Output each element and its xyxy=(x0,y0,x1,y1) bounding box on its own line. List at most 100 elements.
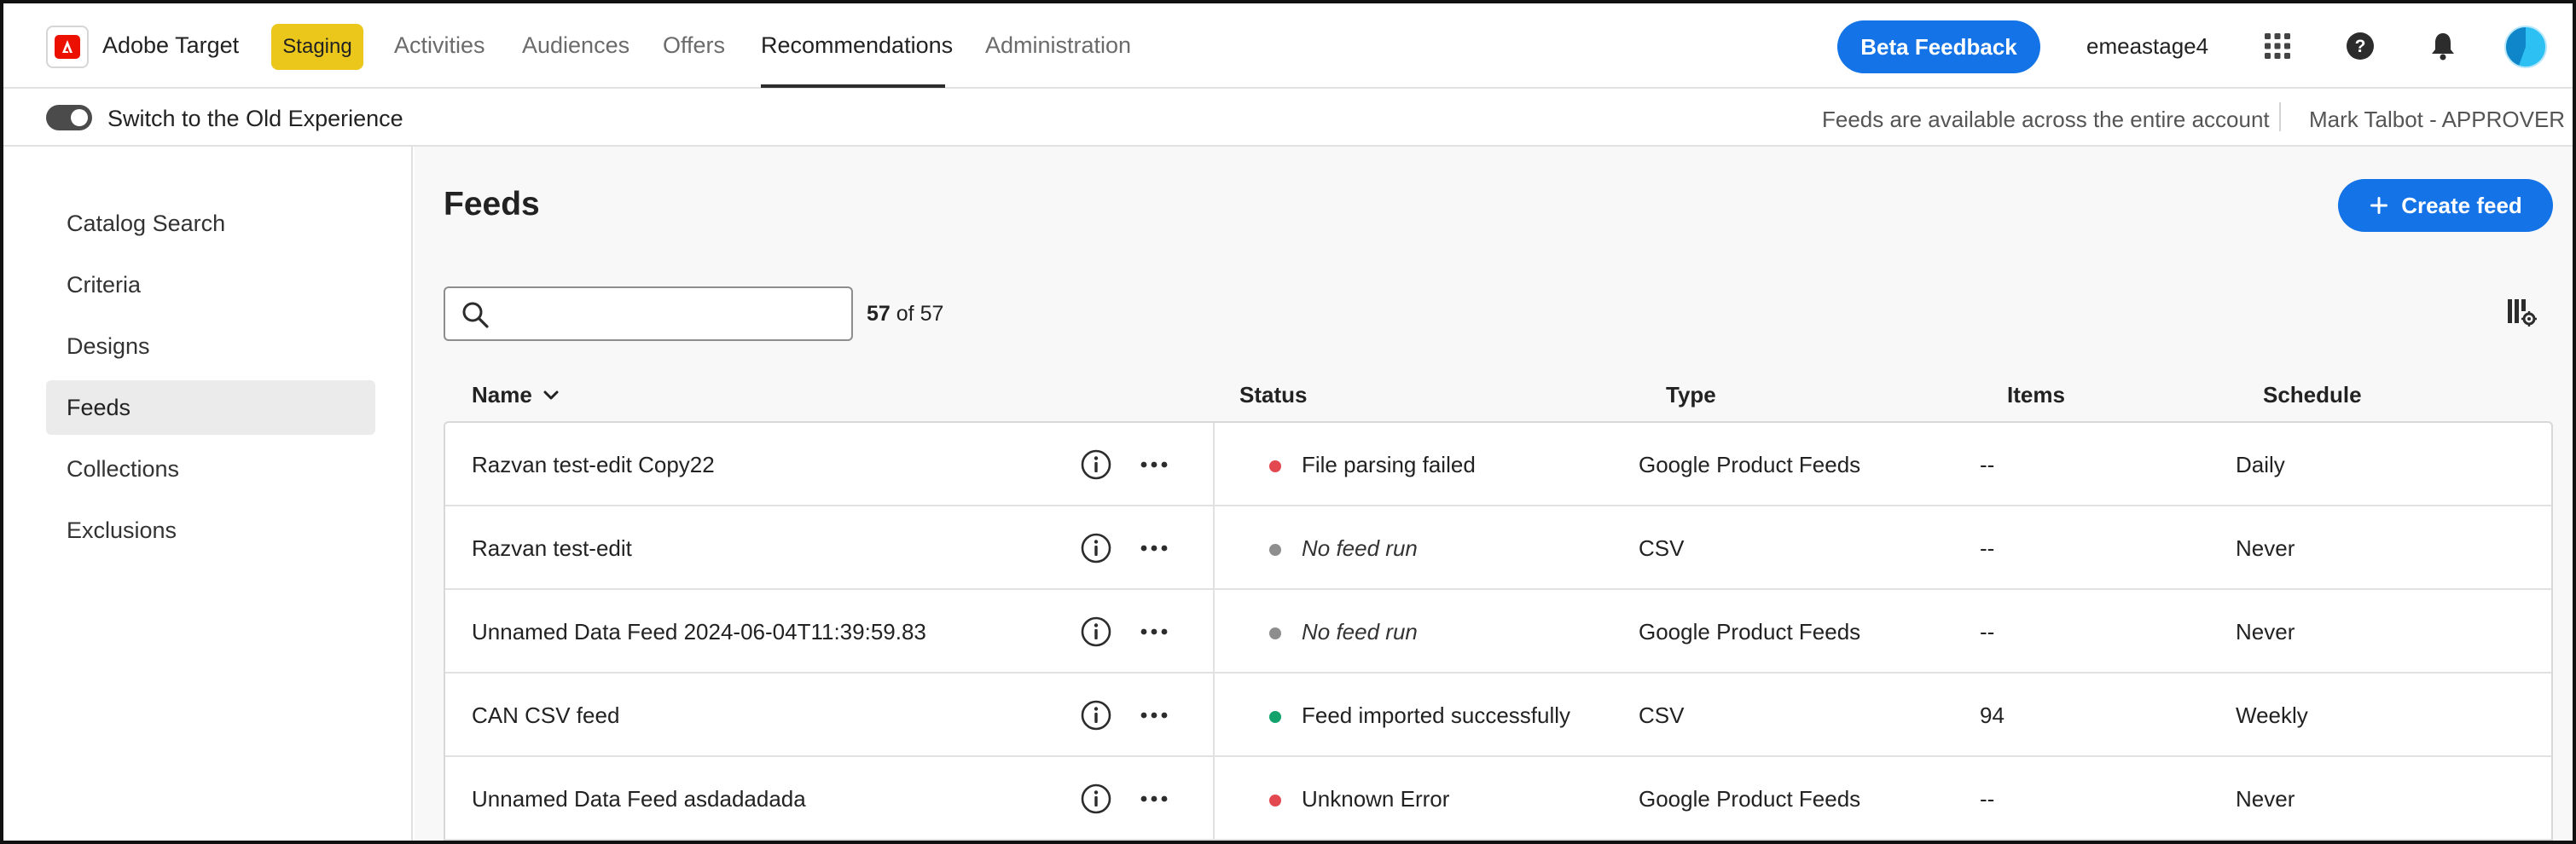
feed-items: 94 xyxy=(1980,702,2005,728)
plus-icon xyxy=(2370,197,2388,214)
feed-type: Google Product Feeds xyxy=(1639,619,1861,645)
sidebar: Catalog Search Criteria Designs Feeds Co… xyxy=(3,147,413,841)
feed-items: -- xyxy=(1980,535,1995,561)
info-icon[interactable] xyxy=(1080,699,1112,731)
notifications-bell-icon[interactable] xyxy=(2426,29,2460,63)
table-header: Name Status Type Items Schedule xyxy=(444,375,2553,418)
app-window: Adobe Target Staging Activities Audience… xyxy=(0,0,2576,844)
table-row[interactable]: Unnamed Data Feed asdadadada Unknown Err… xyxy=(445,757,2551,841)
feed-schedule: Weekly xyxy=(2236,702,2308,728)
adobe-logo-icon xyxy=(55,35,80,59)
adobe-logo[interactable] xyxy=(46,26,89,68)
feed-items: -- xyxy=(1980,786,1995,812)
page-title: Feeds xyxy=(444,186,540,223)
info-icon[interactable] xyxy=(1080,532,1112,564)
app-title: Adobe Target xyxy=(102,32,240,58)
sidebar-item-designs[interactable]: Designs xyxy=(46,319,375,373)
active-tab-indicator xyxy=(761,84,945,88)
column-settings-icon[interactable] xyxy=(2506,297,2537,332)
nav-tab-administration[interactable]: Administration xyxy=(985,32,1131,59)
create-feed-button[interactable]: Create feed xyxy=(2338,179,2553,232)
result-count: 57 of 57 xyxy=(867,302,943,327)
column-header-status[interactable]: Status xyxy=(1239,382,1307,408)
divider xyxy=(2279,102,2281,131)
column-header-name-label: Name xyxy=(472,382,532,408)
sidebar-item-catalog-search[interactable]: Catalog Search xyxy=(46,196,375,251)
feeds-availability-note: Feeds are available across the entire ac… xyxy=(1822,107,2270,132)
old-experience-toggle[interactable] xyxy=(46,105,92,130)
result-count-separator: of xyxy=(896,302,914,326)
beta-feedback-button[interactable]: Beta Feedback xyxy=(1837,20,2040,73)
status-dot xyxy=(1269,627,1281,639)
status-dot xyxy=(1269,460,1281,472)
column-header-schedule[interactable]: Schedule xyxy=(2263,382,2362,408)
feed-status: No feed run xyxy=(1302,535,1418,561)
feed-name[interactable]: Unnamed Data Feed 2024-06-04T11:39:59.83 xyxy=(472,619,926,645)
feed-schedule: Never xyxy=(2236,619,2295,645)
toggle-label: Switch to the Old Experience xyxy=(107,106,403,131)
search-field[interactable] xyxy=(444,286,853,341)
nav-tab-activities[interactable]: Activities xyxy=(394,32,485,59)
search-input[interactable] xyxy=(502,295,843,332)
svg-text:?: ? xyxy=(2355,37,2366,56)
sidebar-item-feeds[interactable]: Feeds xyxy=(46,380,375,435)
chevron-down-icon xyxy=(543,390,559,399)
column-header-type[interactable]: Type xyxy=(1666,382,1716,408)
column-header-name[interactable]: Name xyxy=(472,382,560,408)
feed-status: Unknown Error xyxy=(1302,786,1450,812)
feed-schedule: Daily xyxy=(2236,452,2285,477)
more-actions-icon[interactable] xyxy=(1138,448,1170,481)
user-avatar[interactable] xyxy=(2504,26,2547,68)
org-switcher[interactable]: emeastage4 xyxy=(2086,33,2208,60)
feed-type: Google Product Feeds xyxy=(1639,786,1861,812)
feed-name[interactable]: CAN CSV feed xyxy=(472,702,619,729)
feed-schedule: Never xyxy=(2236,535,2295,561)
nav-tab-offers[interactable]: Offers xyxy=(663,32,725,59)
status-dot xyxy=(1269,544,1281,556)
main-content: Feeds Create feed 57 of 57 Name Status T… xyxy=(415,147,2573,841)
more-actions-icon[interactable] xyxy=(1138,783,1170,815)
column-divider xyxy=(1213,506,1215,588)
info-icon[interactable] xyxy=(1080,616,1112,648)
feed-status: Feed imported successfully xyxy=(1302,702,1571,728)
feed-items: -- xyxy=(1980,452,1995,477)
feed-type: CSV xyxy=(1639,702,1685,728)
feed-items: -- xyxy=(1980,619,1995,645)
more-actions-icon[interactable] xyxy=(1138,699,1170,731)
status-dot xyxy=(1269,711,1281,723)
more-actions-icon[interactable] xyxy=(1138,532,1170,564)
feed-name[interactable]: Razvan test-edit xyxy=(472,535,632,562)
feed-schedule: Never xyxy=(2236,786,2295,812)
column-header-items[interactable]: Items xyxy=(2007,382,2065,408)
result-count-total: 57 xyxy=(920,302,944,326)
top-header: Adobe Target Staging Activities Audience… xyxy=(3,3,2573,89)
column-divider xyxy=(1213,423,1215,505)
sidebar-item-exclusions[interactable]: Exclusions xyxy=(46,503,375,558)
help-icon[interactable]: ? xyxy=(2343,29,2377,63)
feed-status: No feed run xyxy=(1302,619,1418,645)
feed-name[interactable]: Unnamed Data Feed asdadadada xyxy=(472,786,806,812)
feeds-table: Razvan test-edit Copy22 File parsing fai… xyxy=(444,421,2553,841)
sidebar-item-collections[interactable]: Collections xyxy=(46,442,375,496)
feed-name[interactable]: Razvan test-edit Copy22 xyxy=(472,452,715,478)
environment-badge: Staging xyxy=(271,24,363,70)
apps-grid-icon[interactable] xyxy=(2260,29,2295,63)
nav-tab-recommendations[interactable]: Recommendations xyxy=(761,32,953,59)
feed-type: Google Product Feeds xyxy=(1639,452,1861,477)
nav-tab-audiences[interactable]: Audiences xyxy=(522,32,629,59)
result-count-shown: 57 xyxy=(867,302,891,326)
sub-header: Switch to the Old Experience Feeds are a… xyxy=(3,89,2573,147)
table-row[interactable]: CAN CSV feed Feed imported successfully … xyxy=(445,673,2551,757)
create-feed-label: Create feed xyxy=(2401,192,2522,218)
info-icon[interactable] xyxy=(1080,448,1112,481)
info-icon[interactable] xyxy=(1080,783,1112,815)
column-divider xyxy=(1213,757,1215,839)
table-row[interactable]: Razvan test-edit No feed run CSV -- Neve… xyxy=(445,506,2551,590)
feed-status: File parsing failed xyxy=(1302,452,1476,477)
more-actions-icon[interactable] xyxy=(1138,616,1170,648)
table-row[interactable]: Unnamed Data Feed 2024-06-04T11:39:59.83… xyxy=(445,590,2551,673)
feed-type: CSV xyxy=(1639,535,1685,561)
sidebar-item-criteria[interactable]: Criteria xyxy=(46,257,375,312)
table-row[interactable]: Razvan test-edit Copy22 File parsing fai… xyxy=(445,423,2551,506)
column-divider xyxy=(1213,673,1215,755)
